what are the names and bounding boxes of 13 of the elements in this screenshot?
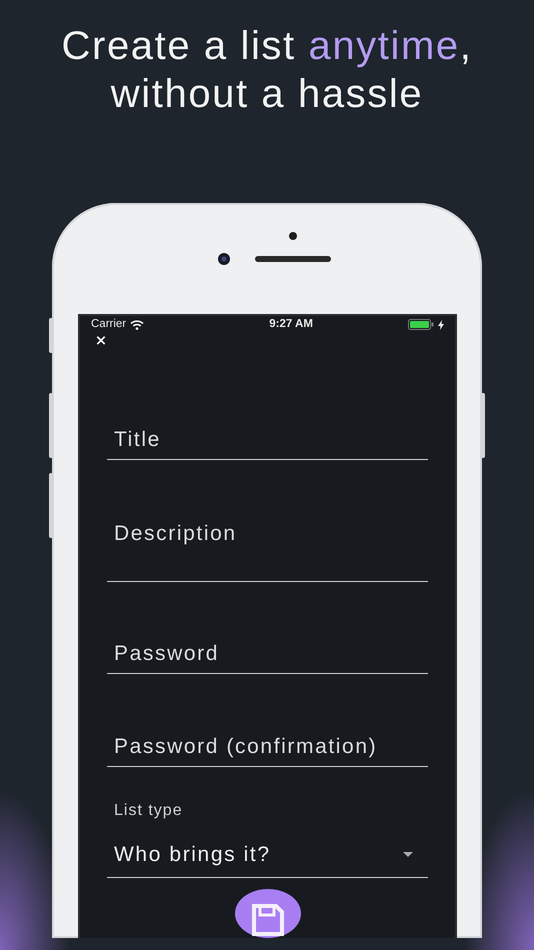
input-field[interactable]: Title bbox=[107, 420, 428, 460]
carrier-label: Carrier bbox=[91, 317, 126, 332]
password-field[interactable]: Password (confirmation) bbox=[107, 727, 428, 767]
status-time: 9:27 AM bbox=[269, 317, 313, 332]
description-field[interactable]: Description bbox=[107, 512, 428, 582]
wifi-icon bbox=[130, 320, 144, 330]
field-label: List type bbox=[113, 801, 184, 821]
headline: Create a list anytime, without a hassle bbox=[60, 23, 474, 118]
save-icon bbox=[250, 903, 284, 937]
caret-icon bbox=[403, 852, 413, 857]
battery-icon bbox=[408, 319, 434, 330]
list-type-dropdown[interactable]: Who brings it? bbox=[107, 832, 428, 878]
password-field[interactable]: Password bbox=[107, 634, 428, 674]
